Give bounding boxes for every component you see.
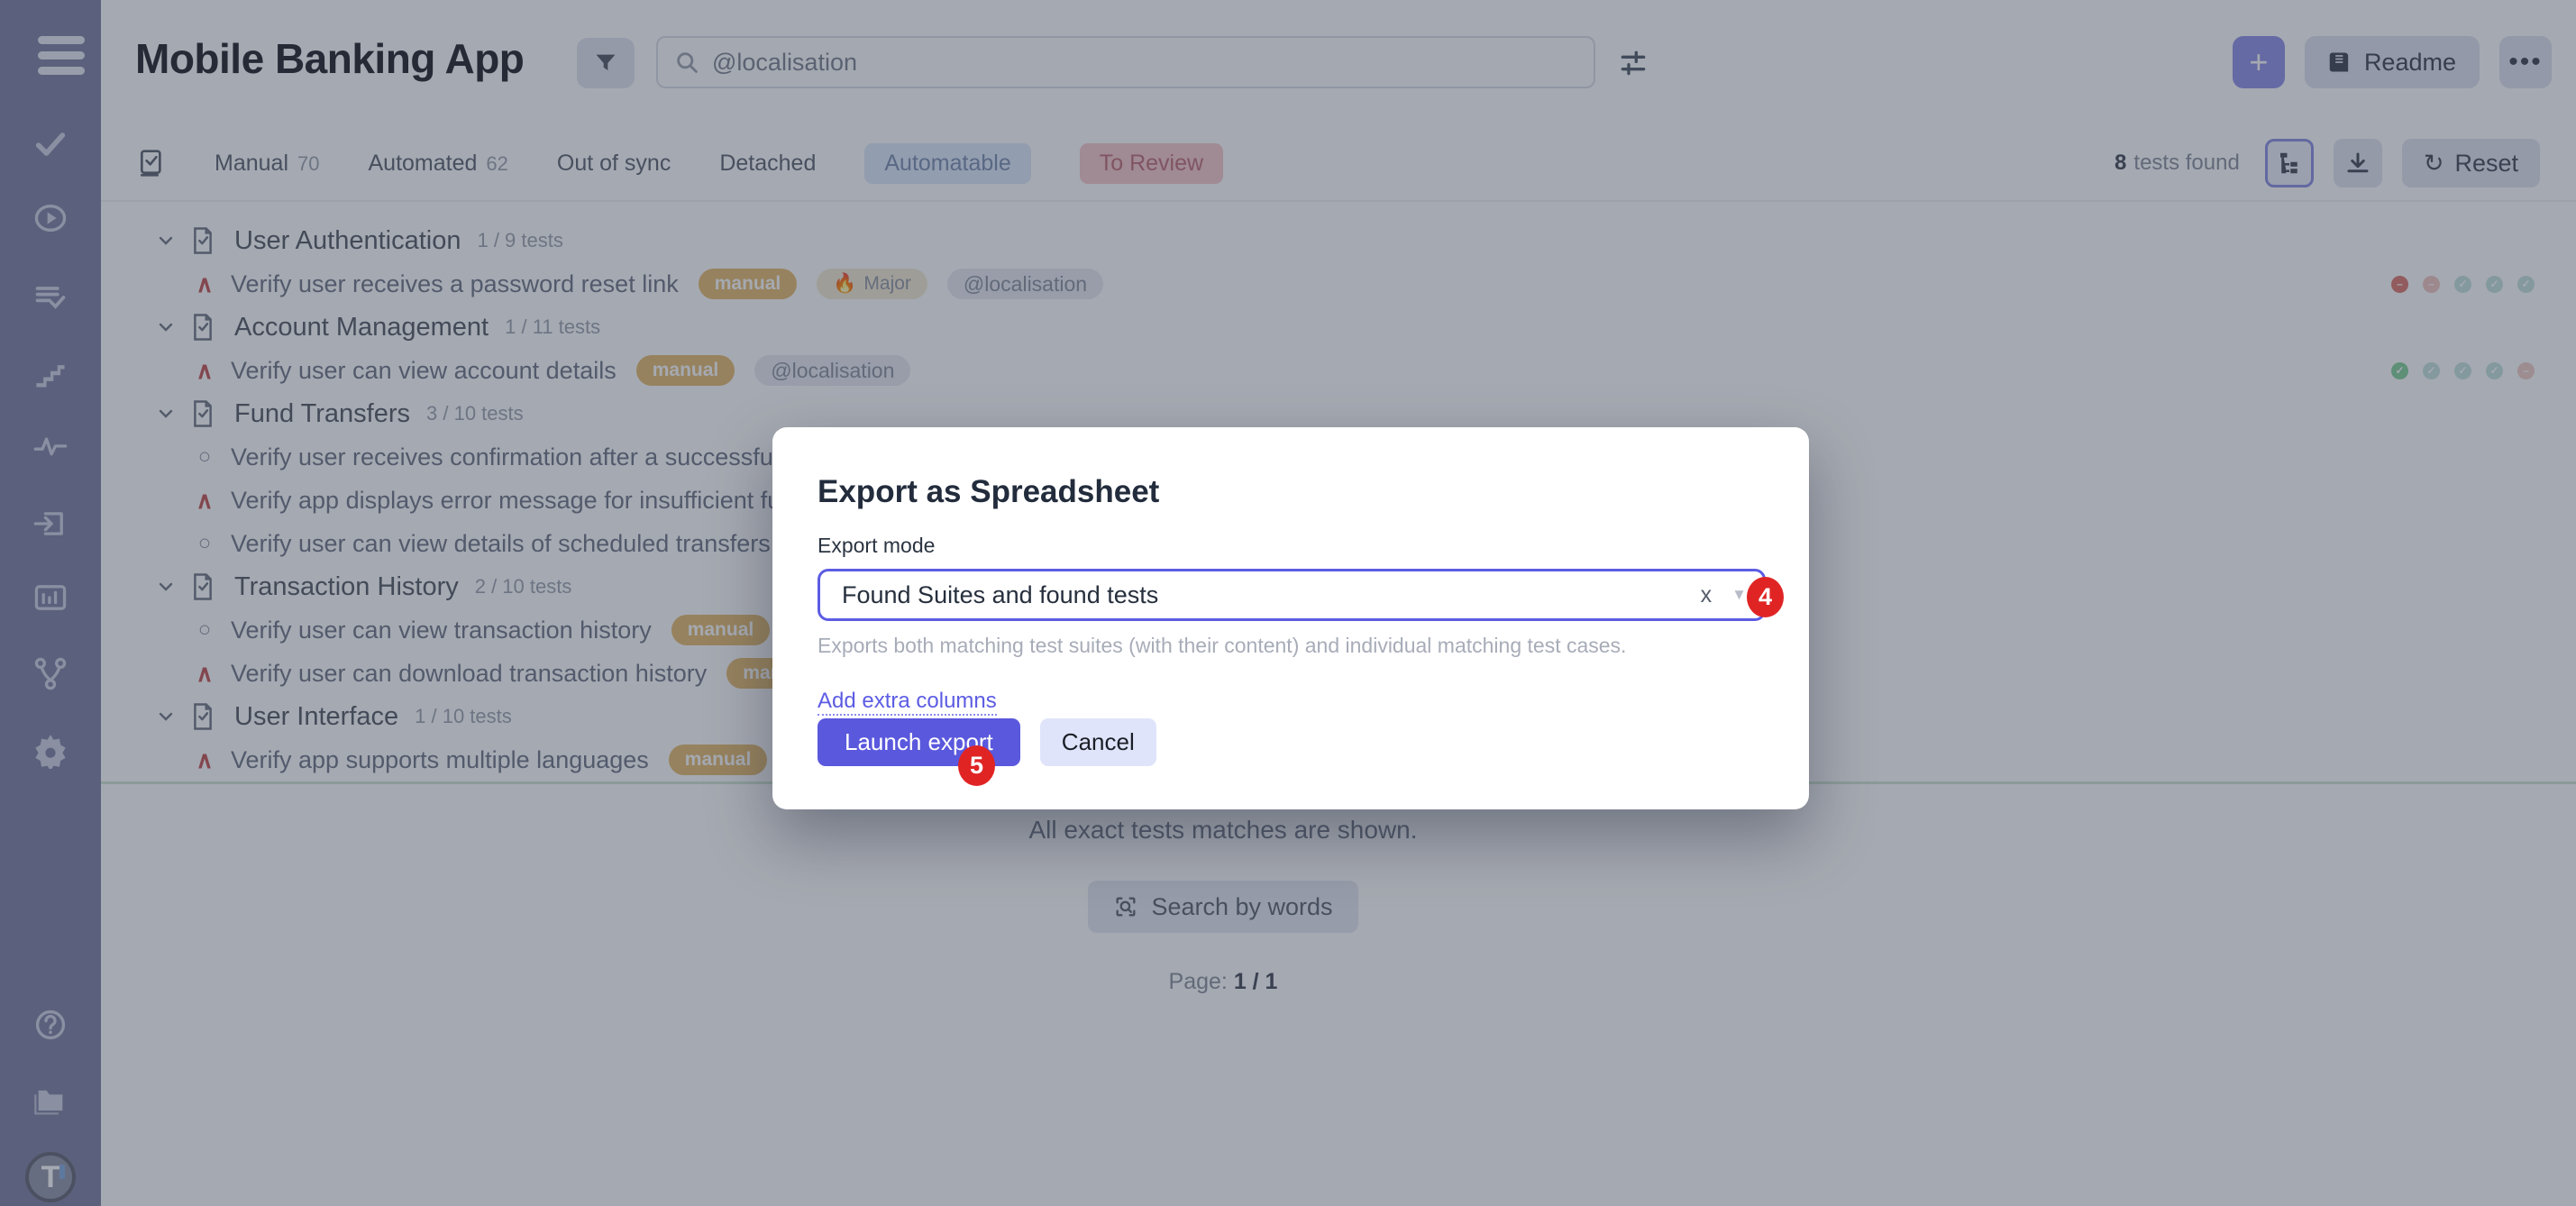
export-mode-label: Export mode: [818, 534, 1764, 558]
export-modal: Export as Spreadsheet Export mode Found …: [772, 427, 1809, 809]
modal-title: Export as Spreadsheet: [818, 474, 1764, 510]
step-badge-4: 4: [1747, 577, 1784, 617]
export-mode-select[interactable]: Found Suites and found tests x ▼: [818, 569, 1766, 621]
app-window: T Mobile Banking App + Readme •••: [0, 0, 2576, 1206]
add-extra-columns-link[interactable]: Add extra columns: [818, 689, 997, 716]
export-mode-helper: Exports both matching test suites (with …: [818, 634, 1764, 658]
clear-icon[interactable]: x: [1701, 582, 1713, 608]
chevron-down-icon[interactable]: ▼: [1731, 586, 1747, 604]
select-value: Found Suites and found tests: [842, 581, 1158, 609]
step-badge-5: 5: [958, 745, 995, 786]
cancel-button[interactable]: Cancel: [1040, 718, 1156, 766]
